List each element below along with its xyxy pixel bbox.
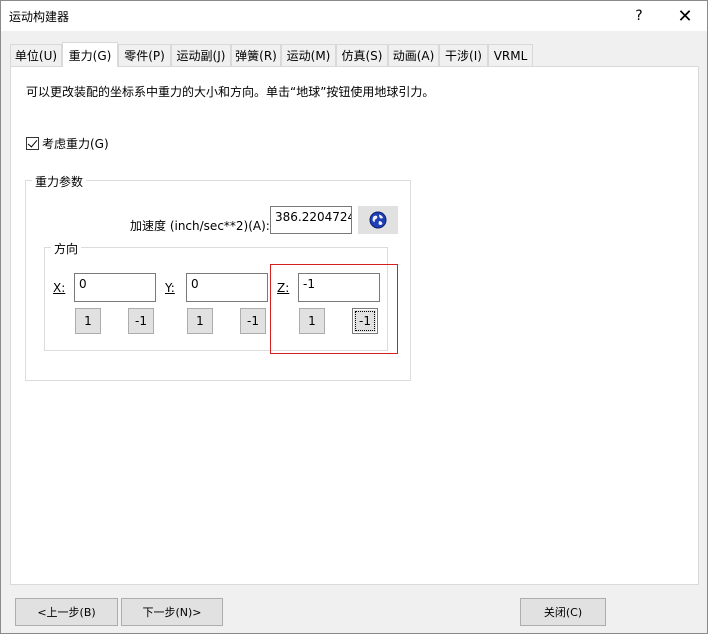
motion-builder-window: 运动构建器 ? ✕ 单位(U) 重力(G) 零件(P) 运动副(J) 弹簧(R)…: [0, 0, 708, 634]
tab-animation[interactable]: 动画(A): [388, 44, 439, 66]
x-minus-button[interactable]: -1: [128, 308, 154, 334]
earth-gravity-button[interactable]: [358, 206, 398, 234]
x-label: X:: [53, 281, 66, 295]
acceleration-label: 加速度 (inch/sec**2)(A):: [130, 219, 270, 233]
help-button[interactable]: ?: [619, 1, 659, 31]
tab-motion[interactable]: 运动(M): [281, 44, 336, 66]
y-input[interactable]: 0: [186, 273, 268, 302]
direction-group-label: 方向: [51, 240, 82, 257]
prev-step-button[interactable]: <上一步(B): [15, 598, 118, 626]
tab-vrml[interactable]: VRML: [488, 44, 533, 66]
tab-joints[interactable]: 运动副(J): [171, 44, 231, 66]
gravity-params-group-label: 重力参数: [32, 173, 87, 190]
z-highlight-box: [270, 264, 398, 354]
title-bar: 运动构建器 ? ✕: [1, 1, 707, 31]
consider-gravity-label: 考虑重力(G): [42, 137, 109, 151]
y-plus-button[interactable]: 1: [187, 308, 213, 334]
consider-gravity-checkbox[interactable]: 考虑重力(G): [26, 135, 109, 152]
tab-springs[interactable]: 弹簧(R): [231, 44, 281, 66]
window-title: 运动构建器: [9, 10, 70, 24]
gravity-panel: 可以更改装配的坐标系中重力的大小和方向。单击“地球”按钮使用地球引力。 考虑重力…: [10, 66, 699, 585]
x-plus-button[interactable]: 1: [75, 308, 101, 334]
close-button[interactable]: 关闭(C): [520, 598, 606, 626]
y-label: Y:: [165, 281, 175, 295]
gravity-description: 可以更改装配的坐标系中重力的大小和方向。单击“地球”按钮使用地球引力。: [26, 85, 435, 99]
x-input[interactable]: 0: [74, 273, 156, 302]
tab-interference[interactable]: 干涉(I): [439, 44, 488, 66]
tab-units[interactable]: 单位(U): [10, 44, 62, 66]
globe-icon: [369, 211, 387, 229]
checkbox-box[interactable]: [26, 137, 39, 150]
tab-simulation[interactable]: 仿真(S): [336, 44, 388, 66]
tab-gravity[interactable]: 重力(G): [62, 42, 118, 67]
y-minus-button[interactable]: -1: [240, 308, 266, 334]
next-step-button[interactable]: 下一步(N)>: [121, 598, 223, 626]
close-window-button[interactable]: ✕: [665, 1, 705, 31]
acceleration-input[interactable]: 386.2204724: [270, 206, 352, 234]
tab-parts[interactable]: 零件(P): [118, 44, 171, 66]
